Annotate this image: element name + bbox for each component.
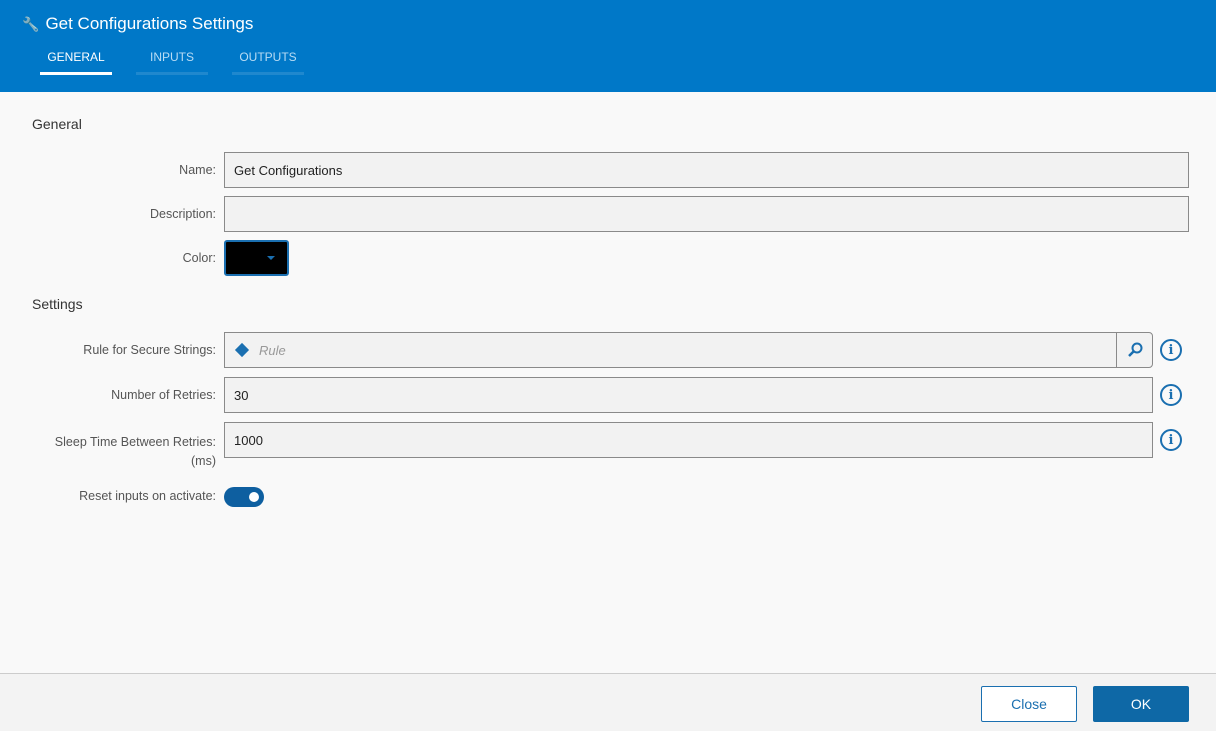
tab-bar: GENERAL INPUTS OUTPUTS: [40, 50, 304, 75]
title-text: Get Configurations Settings: [45, 14, 254, 33]
close-button[interactable]: Close: [981, 686, 1077, 722]
ok-button[interactable]: OK: [1093, 686, 1189, 722]
info-icon[interactable]: i: [1160, 339, 1182, 361]
tab-general[interactable]: GENERAL: [40, 50, 112, 75]
info-icon[interactable]: i: [1160, 429, 1182, 451]
dialog-header: 🔧 Get Configurations Settings GENERAL IN…: [0, 0, 1216, 92]
sleep-unit: (ms): [191, 454, 216, 468]
reset-toggle[interactable]: [224, 487, 264, 507]
name-input[interactable]: Get Configurations: [224, 152, 1189, 188]
rule-input[interactable]: Rule: [224, 332, 1153, 368]
sleep-input[interactable]: 1000: [224, 422, 1153, 458]
reset-label: Reset inputs on activate:: [79, 489, 216, 503]
color-label: Color:: [182, 251, 216, 265]
info-icon[interactable]: i: [1160, 384, 1182, 406]
dialog-footer: Close OK: [0, 673, 1216, 731]
color-picker[interactable]: [224, 240, 289, 276]
retries-label: Number of Retries:: [111, 388, 216, 402]
search-icon: [1127, 342, 1142, 357]
rule-label: Rule for Secure Strings:: [83, 343, 216, 357]
sleep-label: Sleep Time Between Retries: (ms): [16, 433, 216, 471]
tab-inputs[interactable]: INPUTS: [136, 50, 208, 75]
rule-placeholder: Rule: [259, 342, 286, 358]
sleep-label-text: Sleep Time Between Retries:: [54, 435, 216, 449]
chevron-down-icon: [267, 256, 275, 260]
search-button[interactable]: [1116, 333, 1152, 367]
settings-heading: Settings: [32, 296, 83, 312]
general-heading: General: [32, 116, 82, 132]
name-label: Name:: [179, 163, 216, 177]
retries-input[interactable]: 30: [224, 377, 1153, 413]
wrench-icon: 🔧: [22, 15, 40, 32]
description-label: Description:: [150, 207, 216, 221]
dialog-title: 🔧 Get Configurations Settings: [22, 14, 253, 34]
tab-outputs[interactable]: OUTPUTS: [232, 50, 304, 75]
toggle-knob: [249, 492, 259, 502]
diamond-icon: [234, 342, 250, 358]
description-input[interactable]: [224, 196, 1189, 232]
